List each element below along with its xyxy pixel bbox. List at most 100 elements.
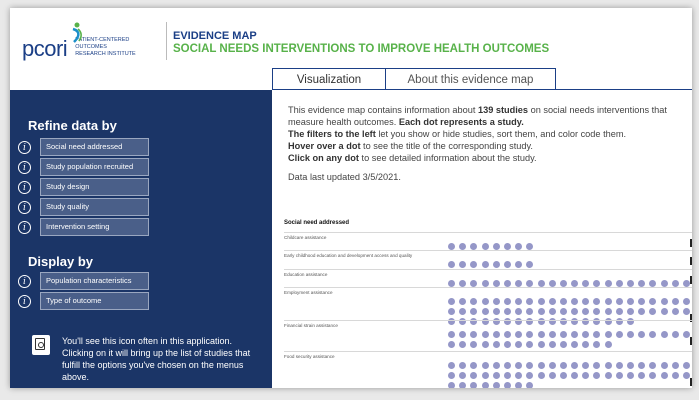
tab-about[interactable]: About this evidence map [386,68,556,90]
study-list-icon[interactable] [690,257,692,265]
study-dot[interactable] [660,280,668,287]
study-dot[interactable] [492,261,500,268]
display-button-label[interactable]: Type of outcome [40,292,149,310]
study-dot[interactable] [492,280,500,287]
info-icon[interactable]: i [18,220,31,234]
study-dot[interactable] [459,280,467,287]
study-dot[interactable] [492,243,500,250]
study-dot[interactable] [448,341,455,348]
study-dot[interactable] [459,243,467,250]
study-dot[interactable] [571,341,579,348]
study-dot[interactable] [515,261,523,268]
filter-intervention-setting[interactable]: i Intervention setting [18,218,149,236]
study-dot[interactable] [526,261,534,268]
filter-social-need[interactable]: i Social need addressed [18,138,149,156]
study-dot[interactable] [492,341,500,348]
study-dot[interactable] [470,341,478,348]
study-dot[interactable] [492,382,500,388]
study-dot[interactable] [571,280,579,287]
study-dot[interactable] [448,382,455,388]
filter-button-label[interactable]: Study quality [40,198,149,216]
study-dot[interactable] [503,341,511,348]
study-dot[interactable] [682,308,690,315]
study-dot[interactable] [503,243,511,250]
study-dot[interactable] [604,341,612,348]
study-dot[interactable] [537,372,545,379]
display-type-of-outcome[interactable]: i Type of outcome [18,292,149,310]
study-dot[interactable] [459,382,467,388]
study-dot[interactable] [548,280,556,287]
study-dot[interactable] [448,261,455,268]
study-dot[interactable] [515,280,523,287]
study-dot[interactable] [582,341,590,348]
study-list-icon[interactable] [690,276,692,284]
study-dot[interactable] [638,280,646,287]
study-dot[interactable] [548,372,556,379]
study-dot[interactable] [559,280,567,287]
study-dot[interactable] [682,280,690,287]
study-dot[interactable] [526,243,534,250]
study-dot[interactable] [593,280,601,287]
info-icon[interactable]: i [18,180,31,194]
study-dot[interactable] [649,280,657,287]
study-dot[interactable] [515,341,523,348]
study-list-icon[interactable] [690,337,692,345]
study-dot[interactable] [470,382,478,388]
study-dot[interactable] [682,331,690,338]
study-dot[interactable] [660,331,668,338]
study-dot[interactable] [515,382,523,388]
study-dot[interactable] [627,280,634,287]
info-icon[interactable]: i [18,200,31,214]
study-dot[interactable] [615,280,623,287]
study-dot[interactable] [559,372,567,379]
study-dot[interactable] [682,372,690,379]
study-dot[interactable] [582,280,590,287]
study-dot[interactable] [526,341,534,348]
study-dot[interactable] [481,382,489,388]
study-dot[interactable] [459,261,467,268]
info-icon[interactable]: i [18,140,31,154]
study-dot[interactable] [526,382,534,388]
filter-study-quality[interactable]: i Study quality [18,198,149,216]
study-dot[interactable] [671,331,679,338]
display-population-characteristics[interactable]: i Population characteristics [18,272,149,290]
study-dot[interactable] [571,372,579,379]
study-dot[interactable] [627,331,634,338]
study-dot[interactable] [526,280,534,287]
pcori-logo[interactable]: pcori PATIENT-CENTERED OUTCOMES RESEARCH… [22,22,145,60]
study-dot[interactable] [559,341,567,348]
info-icon[interactable]: i [18,160,31,174]
study-dot[interactable] [503,280,511,287]
filter-button-label[interactable]: Intervention setting [40,218,149,236]
study-dot[interactable] [671,372,679,379]
study-dot[interactable] [615,372,623,379]
study-dot[interactable] [515,243,523,250]
study-dot[interactable] [593,341,601,348]
study-dot[interactable] [537,341,545,348]
filter-study-design[interactable]: i Study design [18,178,149,196]
study-dot[interactable] [548,341,556,348]
study-dot[interactable] [481,280,489,287]
study-dot[interactable] [627,372,634,379]
display-button-label[interactable]: Population characteristics [40,272,149,290]
tab-visualization[interactable]: Visualization [272,68,386,90]
filter-button-label[interactable]: Social need addressed [40,138,149,156]
study-dot[interactable] [448,243,455,250]
filter-population[interactable]: i Study population recruited [18,158,149,176]
study-dot[interactable] [448,280,455,287]
study-list-icon[interactable] [690,239,692,247]
info-icon[interactable]: i [18,294,31,308]
study-dot[interactable] [470,243,478,250]
study-dot[interactable] [671,308,679,315]
study-dot[interactable] [503,261,511,268]
study-dot[interactable] [481,243,489,250]
study-dot[interactable] [615,331,623,338]
info-icon[interactable]: i [18,274,31,288]
study-list-icon[interactable] [690,378,692,386]
study-dot[interactable] [481,261,489,268]
study-dot[interactable] [459,341,467,348]
filter-button-label[interactable]: Study population recruited [40,158,149,176]
study-dot[interactable] [604,372,612,379]
study-dot[interactable] [503,382,511,388]
study-dot[interactable] [660,372,668,379]
